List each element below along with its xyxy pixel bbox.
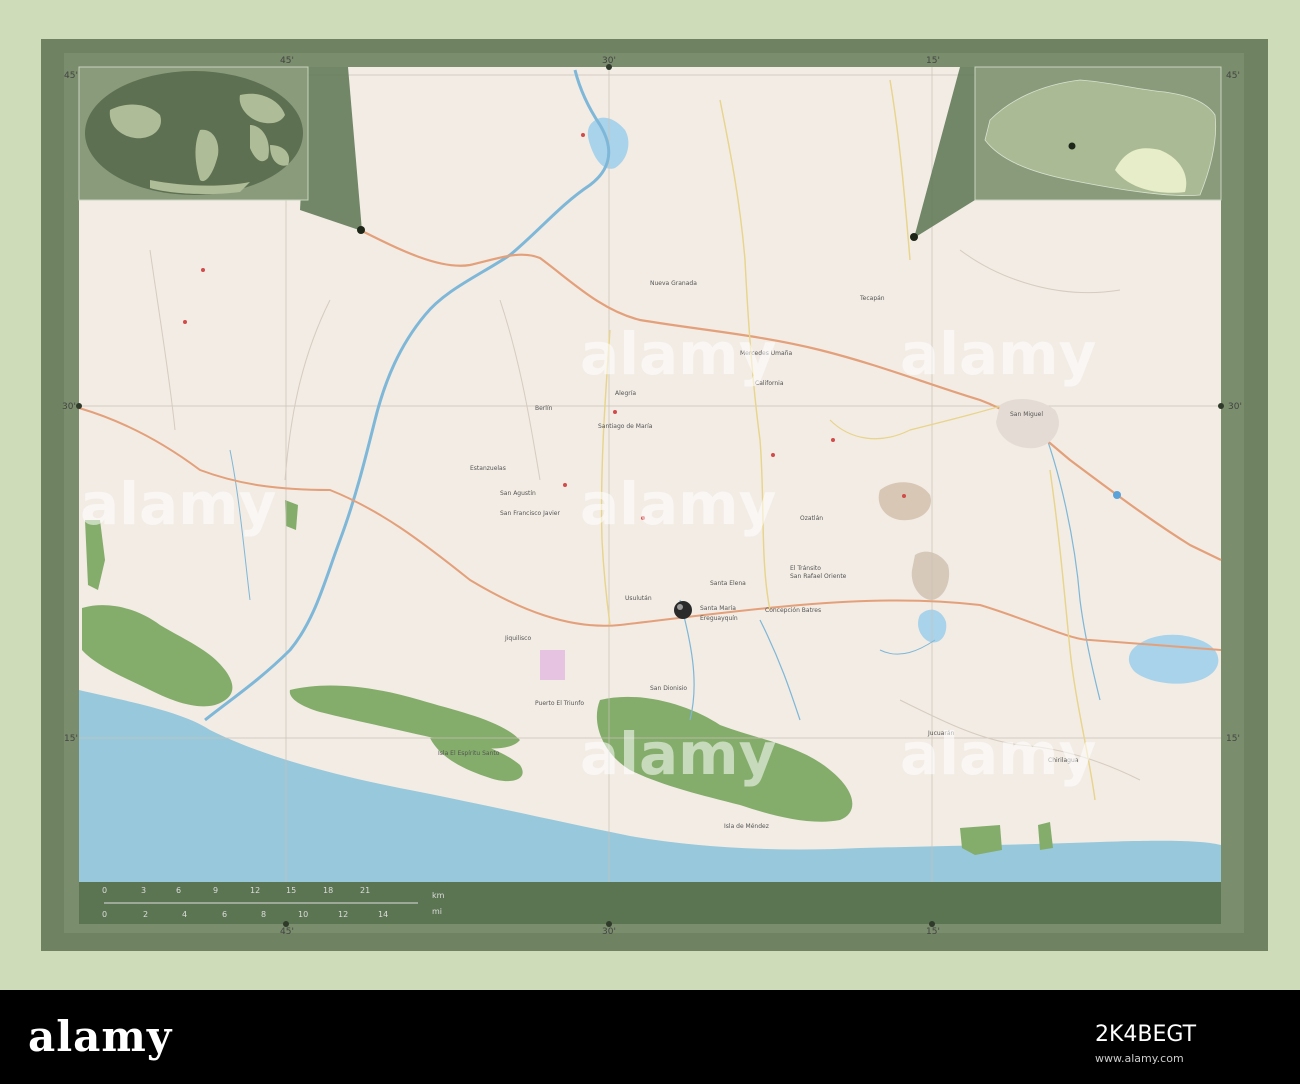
scale-km-tick: 6 — [176, 886, 181, 895]
place-label: Estanzuelas — [470, 465, 506, 472]
scale-km-tick: 0 — [102, 886, 107, 895]
place-label: Puerto El Triunfo — [535, 700, 584, 707]
place-label: Chirilagua — [1048, 757, 1079, 764]
place-label: Jiquilisco — [504, 635, 531, 642]
stock-url: www.alamy.com — [1095, 1052, 1184, 1065]
place-label: Santa Elena — [710, 580, 746, 587]
scale-km-tick: 18 — [323, 886, 333, 895]
grid-label-top: 15' — [926, 56, 940, 66]
place-label: Nueva Granada — [650, 280, 697, 287]
purple-patch — [540, 650, 565, 680]
place-label: San Francisco Javier — [500, 510, 560, 517]
scale-mi-tick: 4 — [182, 910, 187, 919]
place-label: Berlín — [535, 405, 553, 412]
place-label: Ereguayquín — [700, 615, 738, 622]
place-label: Isla El Espíritu Santo — [438, 750, 500, 757]
grid-label-left: 15' — [64, 734, 78, 744]
place-label: Alegría — [615, 390, 636, 397]
place-label: San Miguel — [1010, 411, 1043, 418]
place-label: Usulután — [625, 595, 652, 602]
country-location-dot — [910, 233, 918, 241]
grid-label-right: 45' — [1226, 71, 1240, 81]
place-label: Santiago de María — [598, 423, 653, 430]
map-svg: San Miguel Santa María Usulután Jiquilis… — [0, 0, 1300, 990]
scale-km-unit: km — [432, 891, 445, 900]
place-label: Ozatlán — [800, 515, 823, 522]
scale-km-tick: 15 — [286, 886, 296, 895]
grid-label-bottom: 15' — [926, 927, 940, 937]
scale-km-tick: 12 — [250, 886, 260, 895]
scale-mi-tick: 2 — [143, 910, 148, 919]
grid-label-left: 30' — [62, 402, 76, 412]
grid-label-left: 45' — [64, 71, 78, 81]
place-label: California — [755, 380, 784, 387]
scale-mi-tick: 8 — [261, 910, 266, 919]
place-label: El Tránsito — [790, 565, 821, 572]
place-label: Jucuarán — [927, 730, 954, 737]
scale-km-tick: 3 — [141, 886, 146, 895]
sphere-marker-icon — [674, 601, 692, 619]
grid-label-right: 15' — [1226, 734, 1240, 744]
scale-km-tick: 21 — [360, 886, 370, 895]
map-figure: San Miguel Santa María Usulután Jiquilis… — [0, 0, 1300, 1084]
place-label: Concepción Batres — [765, 607, 821, 614]
grid-label-bottom: 30' — [602, 927, 616, 937]
scale-mi-tick: 14 — [378, 910, 388, 919]
globe-location-dot — [357, 226, 365, 234]
place-label: Isla de Méndez — [724, 823, 769, 830]
alamy-logo: alamy — [28, 1012, 173, 1061]
globe-icon — [85, 71, 303, 195]
scale-mi-unit: mi — [432, 907, 442, 916]
place-label: Mercedes Umaña — [740, 350, 792, 357]
scale-mi-tick: 0 — [102, 910, 107, 919]
scale-mi-tick: 12 — [338, 910, 348, 919]
place-label: San Dionisio — [650, 685, 687, 692]
scale-mi-tick: 10 — [298, 910, 308, 919]
stock-id: 2K4BEGT — [1095, 1022, 1197, 1047]
scale-mi-tick: 6 — [222, 910, 227, 919]
green-patch-2 — [285, 500, 298, 530]
grid-label-top: 45' — [280, 56, 294, 66]
place-label: Tecapán — [859, 295, 885, 302]
scale-km-tick: 9 — [213, 886, 218, 895]
grid-label-bottom: 45' — [280, 927, 294, 937]
grid-label-right: 30' — [1228, 402, 1242, 412]
place-label: Santa María — [700, 605, 736, 612]
place-label: San Rafael Oriente — [790, 573, 847, 580]
place-label: San Agustín — [500, 490, 536, 497]
